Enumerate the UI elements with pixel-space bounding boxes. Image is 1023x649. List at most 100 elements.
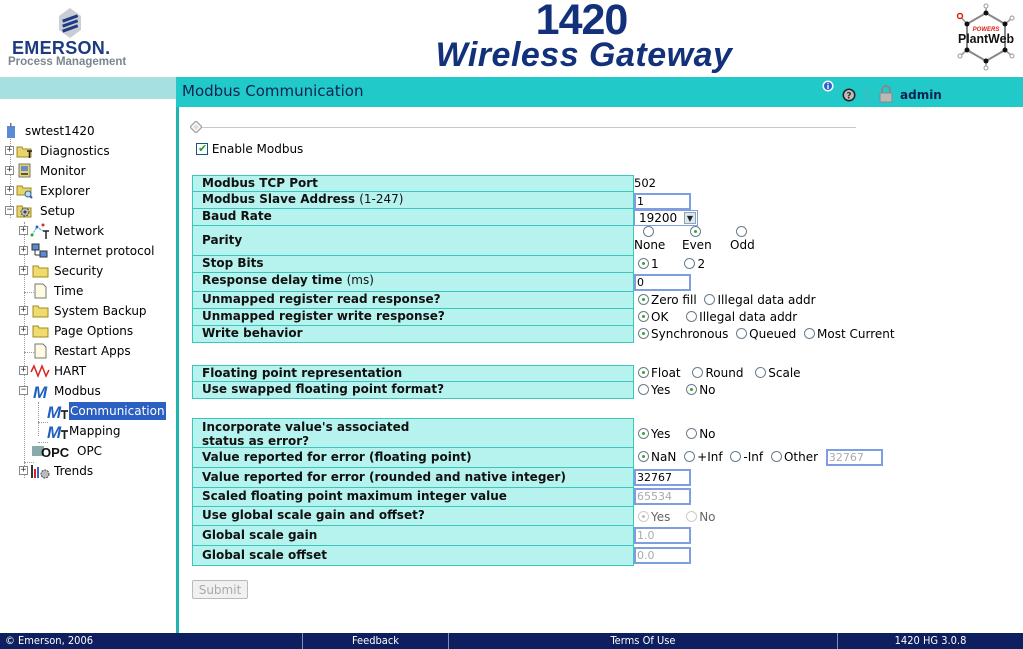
tree-label: Communication — [69, 402, 166, 420]
lock-icon[interactable] — [878, 85, 894, 103]
svg-text:M: M — [47, 403, 62, 419]
footer-feedback-link[interactable]: Feedback — [303, 633, 449, 649]
svg-text:PlantWeb: PlantWeb — [958, 31, 1014, 46]
parity-option-none[interactable]: None — [634, 226, 665, 252]
float-repr-option-scale[interactable]: Scale — [755, 365, 801, 381]
stop-bits-option-2[interactable]: 2 — [684, 256, 705, 272]
scale-gain-input[interactable]: 1.0 — [634, 527, 691, 544]
float-repr-option-float[interactable]: Float — [638, 365, 681, 381]
enable-modbus-label[interactable]: Enable Modbus — [212, 142, 303, 156]
stop-bits-option-1[interactable]: 1 — [638, 256, 659, 272]
error-float-option-nan[interactable]: NaN — [638, 449, 676, 465]
scale-offset-label: Global scale offset — [192, 546, 634, 566]
sidebar-tree: swtest1420 + Diagnostics + Monitor + Exp… — [0, 110, 176, 630]
expand-icon[interactable]: + — [19, 246, 28, 255]
baud-rate-select[interactable]: 19200 ▼ — [634, 210, 698, 226]
tree-label: Restart Apps — [54, 344, 131, 358]
tree-label: swtest1420 — [25, 124, 95, 138]
footer-copyright: © Emerson, 2006 — [0, 633, 303, 649]
expand-icon[interactable]: + — [5, 146, 14, 155]
unmapped-read-label: Unmapped register read response? — [192, 292, 634, 309]
tree-label: System Backup — [54, 304, 147, 318]
response-delay-input[interactable]: 0 — [634, 274, 691, 291]
folder-icon — [32, 265, 49, 278]
enable-modbus-checkbox[interactable]: ✔ — [196, 142, 208, 155]
parity-option-odd[interactable]: Odd — [730, 226, 755, 252]
enable-modbus-row: ✔ Enable Modbus — [196, 141, 303, 157]
footer-terms-link[interactable]: Terms Of Use — [449, 633, 838, 649]
submit-button[interactable]: Submit — [192, 580, 248, 599]
write-behavior-option-most-current[interactable]: Most Current — [804, 326, 895, 342]
expand-icon[interactable]: + — [19, 226, 28, 235]
global-scale-option-yes[interactable]: Yes — [638, 509, 670, 525]
float-repr-option-round[interactable]: Round — [692, 365, 743, 381]
collapse-icon[interactable]: − — [5, 206, 14, 215]
error-int-label: Value reported for error (rounded and na… — [192, 468, 634, 488]
info-icon[interactable] — [822, 80, 834, 92]
tree-label: Mapping — [69, 424, 121, 438]
slave-address-input[interactable]: 1 — [634, 193, 691, 210]
gateway-device-icon — [7, 123, 15, 138]
footer-version: 1420 HG 3.0.8 — [894, 634, 967, 647]
internet-protocol-icon — [31, 243, 48, 258]
title-bar: Modbus Communication ? admin — [176, 77, 1023, 107]
tree-label: OPC — [77, 444, 103, 458]
expand-icon[interactable]: + — [19, 266, 28, 275]
unmapped-write-option-ok[interactable]: OK — [638, 309, 668, 325]
expand-icon[interactable]: + — [19, 306, 28, 315]
error-float-other-input[interactable]: 32767 — [825, 449, 883, 466]
parity-option-even[interactable]: Even — [682, 226, 712, 252]
swapped-float-option-no[interactable]: No — [686, 382, 716, 398]
svg-text:OPC: OPC — [41, 445, 70, 459]
parity-label: Parity — [192, 226, 634, 256]
error-int-input[interactable]: 32767 — [634, 469, 691, 486]
content-divider — [176, 107, 179, 633]
product-name: Wireless Gateway — [435, 36, 733, 74]
write-behavior-option-queued[interactable]: Queued — [736, 326, 796, 342]
chevron-down-icon[interactable]: ▼ — [684, 212, 696, 224]
setup-gear-icon — [16, 205, 32, 218]
titlebar-divider — [867, 87, 868, 103]
error-float-option-other[interactable]: Other — [770, 449, 818, 465]
svg-text:M: M — [33, 383, 48, 399]
baud-rate-label: Baud Rate — [192, 209, 634, 226]
tree-label: Monitor — [40, 164, 86, 178]
sidebar-header-strip — [0, 77, 176, 99]
unmapped-write-option-illegal[interactable]: Illegal data addr — [686, 309, 797, 325]
scaled-max-input[interactable]: 65534 — [634, 488, 691, 505]
plantweb-logo: POWERS PlantWeb — [956, 3, 1015, 71]
status-as-error-option-yes[interactable]: Yes — [638, 426, 670, 442]
collapse-icon[interactable]: − — [19, 386, 28, 395]
main-content: ✔ Enable Modbus Modbus TCP Port 502 Modb… — [180, 107, 1023, 627]
help-icon[interactable]: ? — [842, 88, 856, 102]
tree-label: Explorer — [40, 184, 90, 198]
swapped-float-option-yes[interactable]: Yes — [638, 382, 670, 398]
tree-label: Time — [54, 284, 84, 298]
status-as-error-option-no[interactable]: No — [686, 426, 716, 442]
expand-icon[interactable]: + — [5, 166, 14, 175]
scale-offset-input[interactable]: 0.0 — [634, 547, 691, 564]
tree-label: Setup — [40, 204, 75, 218]
unmapped-read-option-illegal[interactable]: Illegal data addr — [704, 292, 816, 308]
float-repr-label: Floating point representation — [192, 365, 634, 382]
expand-icon[interactable]: + — [19, 366, 28, 375]
user-name[interactable]: admin — [900, 88, 942, 102]
tree-label: Internet protocol — [54, 244, 155, 258]
global-scale-option-no[interactable]: No — [686, 509, 716, 525]
tree-label: Network — [54, 224, 105, 238]
expand-icon[interactable]: + — [19, 466, 28, 475]
error-float-option-minus-inf[interactable]: -Inf — [730, 449, 763, 465]
scale-gain-label: Global scale gain — [192, 526, 634, 546]
scaled-max-label: Scaled floating point maximum integer va… — [192, 488, 634, 507]
tcp-port-label: Modbus TCP Port — [192, 175, 634, 192]
status-as-error-label: Incorporate value's associated status as … — [192, 418, 634, 448]
footer: © Emerson, 2006 Feedback Terms Of Use 14… — [0, 633, 1023, 649]
expand-icon[interactable]: + — [19, 326, 28, 335]
expand-icon[interactable]: + — [5, 186, 14, 195]
diagnostics-folder-icon — [16, 146, 32, 158]
network-icon — [30, 223, 49, 239]
unmapped-read-option-zero-fill[interactable]: Zero fill — [638, 292, 697, 308]
write-behavior-option-synchronous[interactable]: Synchronous — [638, 326, 728, 342]
unmapped-write-label: Unmapped register write response? — [192, 309, 634, 326]
error-float-option-plus-inf[interactable]: +Inf — [684, 449, 723, 465]
